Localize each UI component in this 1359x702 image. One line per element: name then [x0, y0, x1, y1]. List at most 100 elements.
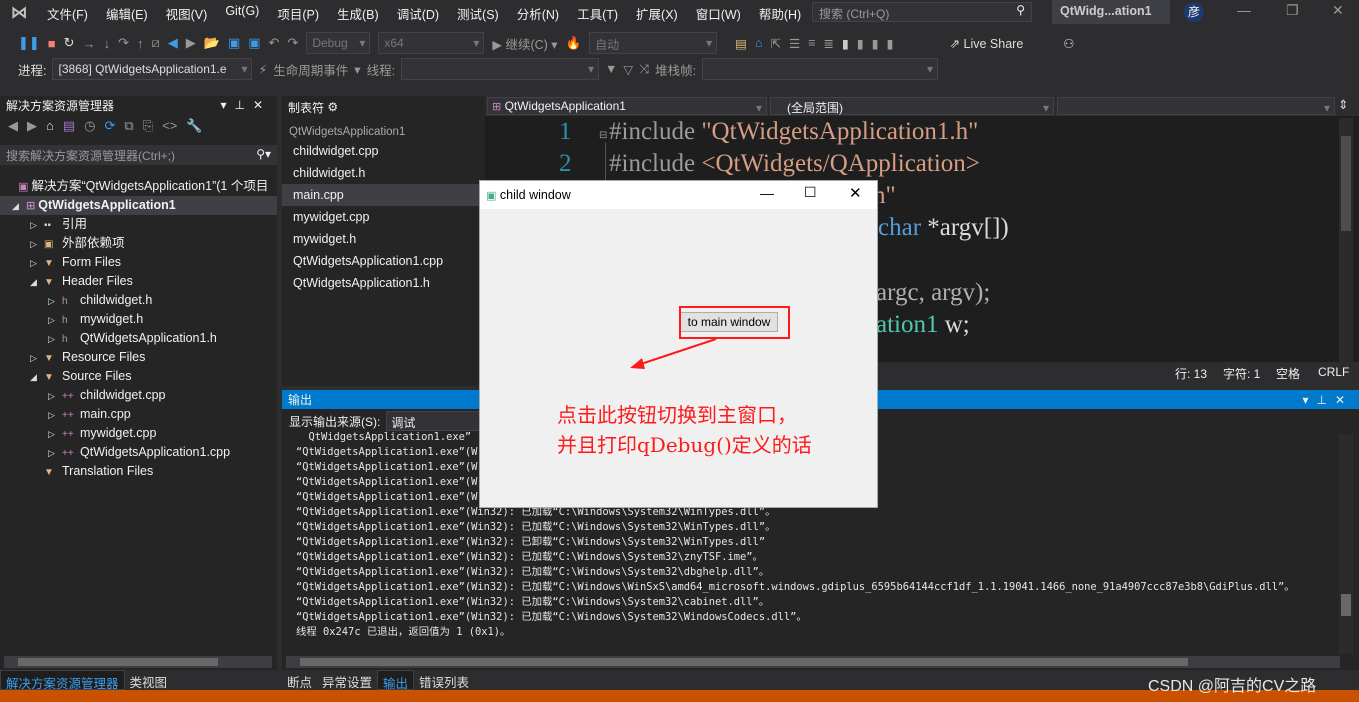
hot-reload-icon[interactable]: 🔥 [566, 36, 582, 51]
properties-icon[interactable]: 🔧 [186, 118, 202, 138]
horizontal-scrollbar[interactable] [4, 656, 272, 668]
code-line-4[interactable]: char *argv[]) [878, 214, 1009, 242]
navigate-forward-icon[interactable]: ▶ [186, 35, 196, 51]
restart-icon[interactable]: ↻ [64, 35, 75, 51]
tree-item[interactable]: ◢ ▼ Header Files [0, 272, 277, 291]
feedback-icon[interactable]: ⚇ [1063, 36, 1074, 51]
menu-item[interactable]: 视图(V) [157, 4, 217, 23]
open-file-icon[interactable]: 📂 [204, 35, 220, 51]
menu-item[interactable]: 调试(D) [388, 4, 448, 23]
bottom-tab[interactable]: 类视图 [125, 670, 173, 690]
menu-item[interactable]: 扩展(X) [627, 4, 687, 23]
close-panel-icon[interactable]: ✕ [1335, 393, 1353, 407]
open-file-item[interactable]: QtWidgetsApplication1.cpp [282, 250, 485, 272]
expand-icon[interactable]: ▷ [48, 330, 62, 349]
menu-item[interactable]: 分析(N) [508, 4, 568, 23]
expand-icon[interactable]: ▷ [48, 387, 62, 406]
maximize-icon[interactable]: ☐ [804, 184, 817, 201]
explorer-search-input[interactable]: 搜索解决方案资源管理器(Ctrl+;) ⚲▾ [0, 145, 277, 165]
bookmark-icon[interactable]: ▮ [842, 36, 849, 51]
menu-item[interactable]: 生成(B) [328, 4, 388, 23]
platform-select[interactable]: x64 [378, 32, 485, 54]
menu-item[interactable]: 工具(T) [568, 4, 627, 23]
tree-item[interactable]: ▷ ▣ 外部依赖项 [0, 234, 277, 253]
tree-item[interactable]: ▷ h childwidget.h [0, 291, 277, 310]
open-file-item[interactable]: childwidget.cpp [282, 140, 485, 162]
tree-item[interactable]: ▷ ▼ Form Files [0, 253, 277, 272]
menu-item[interactable]: 测试(S) [448, 4, 508, 23]
open-file-item[interactable]: mywidget.h [282, 228, 485, 250]
pin-icon[interactable]: ⊥ [1316, 393, 1334, 407]
split-icon[interactable]: ⇕ [1338, 97, 1348, 115]
thread-select[interactable] [401, 58, 600, 80]
code-line-6[interactable]: argc, argv); [876, 279, 990, 307]
tree-solution[interactable]: ▣ 解决方案“QtWidgetsApplication1”(1 个项目 [0, 177, 277, 196]
home-icon[interactable]: ⌂ [46, 118, 54, 138]
forward-icon[interactable]: ▶ [27, 118, 37, 138]
close-icon[interactable]: ✕ [1332, 2, 1344, 19]
open-file-item[interactable]: QtWidgetsApplication1.h [282, 272, 485, 294]
expand-icon[interactable]: ▷ [48, 444, 62, 463]
config-select[interactable]: Debug [306, 32, 371, 54]
pin-icon[interactable]: ⊥ [234, 98, 252, 112]
undo-icon[interactable]: ↶ [269, 35, 280, 51]
status-eol[interactable]: CRLF [1318, 365, 1349, 379]
pause-icon[interactable]: ❚❚ [18, 35, 40, 51]
tree-item[interactable]: ▷ h QtWidgetsApplication1.h [0, 329, 277, 348]
close-panel-icon[interactable]: ✕ [253, 98, 271, 112]
show-threads-icon[interactable]: ⤨ [639, 62, 649, 77]
code-icon[interactable]: <> [162, 118, 177, 138]
expand-icon[interactable]: ▷ [48, 292, 62, 311]
indent-icon[interactable]: ☰ [789, 36, 800, 51]
tree-project[interactable]: ◢ ⊞ QtWidgetsApplication1 [0, 196, 277, 215]
status-spaces[interactable]: 空格 [1276, 365, 1300, 382]
stop-icon[interactable]: ■ [48, 36, 56, 51]
expand-icon[interactable]: ▷ [48, 311, 62, 330]
expand-icon[interactable]: ▷ [30, 349, 44, 368]
expand-icon[interactable]: ▷ [48, 406, 62, 425]
expand-icon[interactable]: ▷ [30, 254, 44, 273]
redo-icon[interactable]: ↷ [287, 35, 298, 51]
clear-bookmark-icon[interactable]: ▮ [887, 36, 894, 51]
gear-icon[interactable]: ⚙ [327, 100, 338, 114]
vertical-scrollbar[interactable] [1339, 118, 1353, 363]
search-input[interactable]: 搜索 (Ctrl+Q) ⚲ [812, 2, 1032, 22]
bottom-tab[interactable]: 输出 [377, 670, 415, 691]
tree-item[interactable]: ▷ ▪▪ 引用 [0, 215, 277, 234]
tree-item[interactable]: ▷ ++ childwidget.cpp [0, 386, 277, 405]
tree-item[interactable]: ▷ ▼ Resource Files [0, 348, 277, 367]
bottom-tab[interactable]: 错误列表 [414, 670, 474, 690]
close-icon[interactable]: ✕ [849, 184, 862, 202]
menu-item[interactable]: 编辑(E) [97, 4, 157, 23]
home-icon[interactable]: ⌂ [755, 36, 763, 50]
bottom-tab[interactable]: 异常设置 [317, 670, 377, 690]
tree-item[interactable]: ▷ h mywidget.h [0, 310, 277, 329]
step-out-icon[interactable]: ↑ [137, 36, 144, 51]
expand-icon[interactable]: ◢ [30, 368, 44, 387]
collapse-icon[interactable]: ⧉ [124, 118, 133, 138]
open-file-item[interactable]: mywidget.cpp [282, 206, 485, 228]
sync-icon[interactable]: ⟳ [105, 118, 116, 138]
expand-icon[interactable]: ▷ [30, 235, 44, 254]
show-next-statement-icon[interactable]: → [83, 36, 96, 51]
expand-icon[interactable]: ▷ [30, 216, 44, 235]
stack-frame-select[interactable] [702, 58, 939, 80]
filter-flag-icon[interactable]: ▽ [623, 62, 633, 77]
step-over-icon[interactable]: ↷ [118, 35, 129, 51]
next-bookmark-icon[interactable]: ▮ [872, 36, 879, 51]
continue-button[interactable]: ▶ 继续(C) ▾ [492, 34, 557, 53]
prev-bookmark-icon[interactable]: ▮ [857, 36, 864, 51]
code-line-1[interactable]: #include "QtWidgetsApplication1.h" [609, 118, 978, 146]
step-into-icon[interactable]: ↓ [104, 36, 111, 51]
scope-nav-select[interactable]: (全局范围) [770, 97, 1054, 115]
menu-item[interactable]: 文件(F) [38, 4, 97, 23]
comment-icon[interactable]: ≡ [808, 36, 815, 50]
restore-icon[interactable]: ❐ [1286, 2, 1299, 19]
history-icon[interactable]: ◷ [84, 118, 95, 138]
output-horizontal-scrollbar[interactable] [286, 656, 1340, 668]
expand-icon[interactable]: ▷ [48, 425, 62, 444]
live-share-button[interactable]: ⇗ Live Share [950, 36, 1024, 51]
hex-icon[interactable]: ⧄ [151, 35, 159, 51]
pointer-icon[interactable]: ⇱ [771, 36, 781, 51]
open-file-item[interactable]: childwidget.h [282, 162, 485, 184]
